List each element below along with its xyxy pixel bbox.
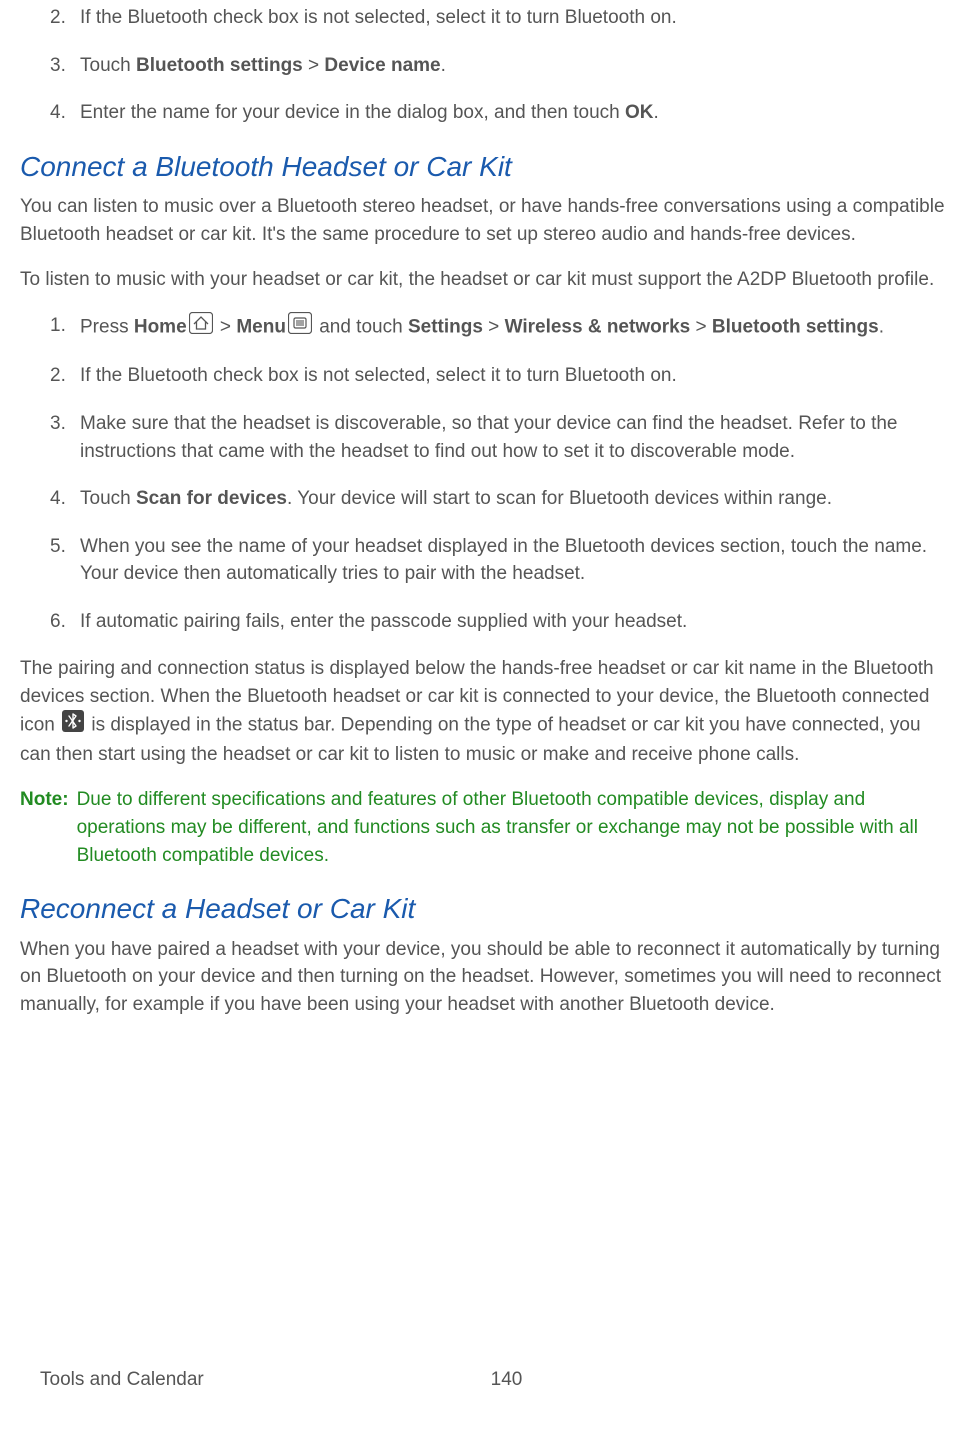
footer-section: Tools and Calendar (40, 1366, 204, 1394)
step-b2: 2. If the Bluetooth check box is not sel… (50, 362, 953, 390)
step-text: When you see the name of your headset di… (80, 533, 953, 588)
step-b1: 1. Press Home > Menu and touch Settings … (50, 312, 953, 343)
menu-icon (288, 312, 312, 343)
step-a3: 3. Touch Bluetooth settings > Device nam… (50, 52, 953, 80)
step-number: 2. (50, 4, 74, 32)
step-b6: 6. If automatic pairing fails, enter the… (50, 608, 953, 636)
step-text: If the Bluetooth check box is not select… (80, 4, 953, 32)
step-number: 3. (50, 410, 74, 465)
step-a4: 4. Enter the name for your device in the… (50, 99, 953, 127)
step-b3: 3. Make sure that the headset is discove… (50, 410, 953, 465)
bluetooth-connected-icon (62, 710, 84, 741)
step-number: 4. (50, 485, 74, 513)
steps-list-a: 2. If the Bluetooth check box is not sel… (50, 4, 953, 127)
step-text: Enter the name for your device in the di… (80, 99, 953, 127)
note-block: Note: Due to different specifications an… (20, 786, 953, 869)
step-number: 2. (50, 362, 74, 390)
step-text: Touch Scan for devices. Your device will… (80, 485, 953, 513)
step-number: 3. (50, 52, 74, 80)
home-icon (189, 312, 213, 343)
note-label: Note: (20, 786, 69, 869)
step-text: If automatic pairing fails, enter the pa… (80, 608, 953, 636)
heading-connect-bluetooth: Connect a Bluetooth Headset or Car Kit (20, 147, 953, 188)
page-number: 140 (491, 1366, 523, 1394)
step-number: 1. (50, 312, 74, 343)
step-b5: 5. When you see the name of your headset… (50, 533, 953, 588)
step-number: 5. (50, 533, 74, 588)
steps-list-b: 1. Press Home > Menu and touch Settings … (50, 312, 953, 635)
page-footer: Tools and Calendar 140 (40, 1366, 973, 1394)
step-text: Press Home > Menu and touch Settings > W… (80, 312, 953, 343)
step-text: Touch Bluetooth settings > Device name. (80, 52, 953, 80)
step-a2: 2. If the Bluetooth check box is not sel… (50, 4, 953, 32)
step-text: If the Bluetooth check box is not select… (80, 362, 953, 390)
paragraph: To listen to music with your headset or … (20, 266, 953, 294)
step-number: 4. (50, 99, 74, 127)
step-text: Make sure that the headset is discoverab… (80, 410, 953, 465)
paragraph: The pairing and connection status is dis… (20, 655, 953, 768)
paragraph: When you have paired a headset with your… (20, 936, 953, 1019)
paragraph: You can listen to music over a Bluetooth… (20, 193, 953, 248)
note-text: Due to different specifications and feat… (77, 786, 953, 869)
heading-reconnect: Reconnect a Headset or Car Kit (20, 889, 953, 930)
step-b4: 4. Touch Scan for devices. Your device w… (50, 485, 953, 513)
step-number: 6. (50, 608, 74, 636)
